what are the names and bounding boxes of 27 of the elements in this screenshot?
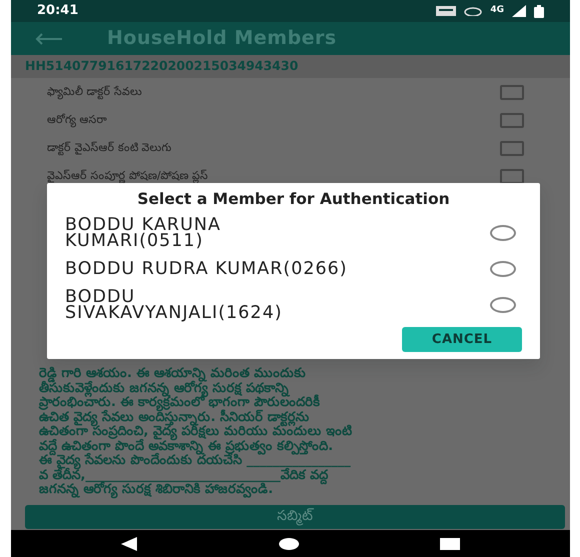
checkbox[interactable]	[500, 84, 524, 100]
service-label: డాక్టర్ వైఎస్ఆర్ కంటి వెలుగు	[47, 140, 172, 156]
household-id: HH51407791617220200215034943430	[25, 57, 298, 76]
checkbox[interactable]	[500, 140, 524, 156]
member-option[interactable]: BODDU SIVAKAVYANJALI(1624)	[65, 289, 282, 322]
home-icon[interactable]	[278, 538, 298, 550]
radio-button[interactable]	[490, 261, 516, 278]
back-arrow-icon[interactable]	[35, 32, 63, 44]
checkbox[interactable]	[500, 112, 524, 128]
radio-button[interactable]	[490, 297, 516, 314]
hotspot-icon	[464, 6, 482, 16]
service-label: ఆరోగ్య ఆసరా	[47, 112, 106, 128]
member-option[interactable]: BODDU KARUNA KUMARI(0511)	[65, 217, 221, 250]
cancel-button[interactable]: CANCEL	[402, 327, 522, 352]
status-time: 20:41	[37, 2, 78, 20]
member-option[interactable]: BODDU RUDRA KUMAR(0266)	[65, 261, 348, 278]
dialog-title: Select a Member for Authentication	[136, 189, 451, 210]
service-label: వైఎస్ఆర్ సంపూర్ణ పోషణ/పోషణ ప్లస్	[47, 168, 208, 184]
message-paragraph: రెడ్డి గారి ఆశయం. ఈ ఆశయాన్ని మరింత ముందుకు తీసుకువెళ్లేందుకు జగనన్న ఆరోగ్య సురక్ష పథకాన్ని ప్రారంభించారు. ఈ కార్యక్రమంలో భాగంగా పౌరులందరికీ ఉచిత వైద్య సేవలు అందిస్తున్నారు. సీనియర్ డాక్టర్లను ఉచితంగా సంప్రదించి, వైద్య పరీక్షలు మరియు మందులు ఇంటి వద్దే ఉచితంగా పొందే అవకాశాన్ని ఈ ప్రభుత్వం కల్పిస్తోంది. ఈ వైద్య సేవలను పొందేందుకు దయచేసి ________________ వ తేదీన,______________________________వేదిక వద్ద జగనన్న ఆరోగ్య సురక్ష శిబిరానికి హాజరవ్వండి.	[38, 367, 354, 498]
recents-icon[interactable]	[440, 538, 460, 550]
screen-icon	[436, 6, 456, 16]
service-label: ఫ్యామిలీ డాక్టర్ సేవలు	[47, 84, 142, 100]
network-type: 4G	[490, 4, 504, 18]
battery-icon	[534, 4, 544, 18]
signal-icon	[512, 5, 526, 17]
radio-button[interactable]	[490, 225, 516, 242]
back-icon[interactable]	[121, 536, 137, 550]
